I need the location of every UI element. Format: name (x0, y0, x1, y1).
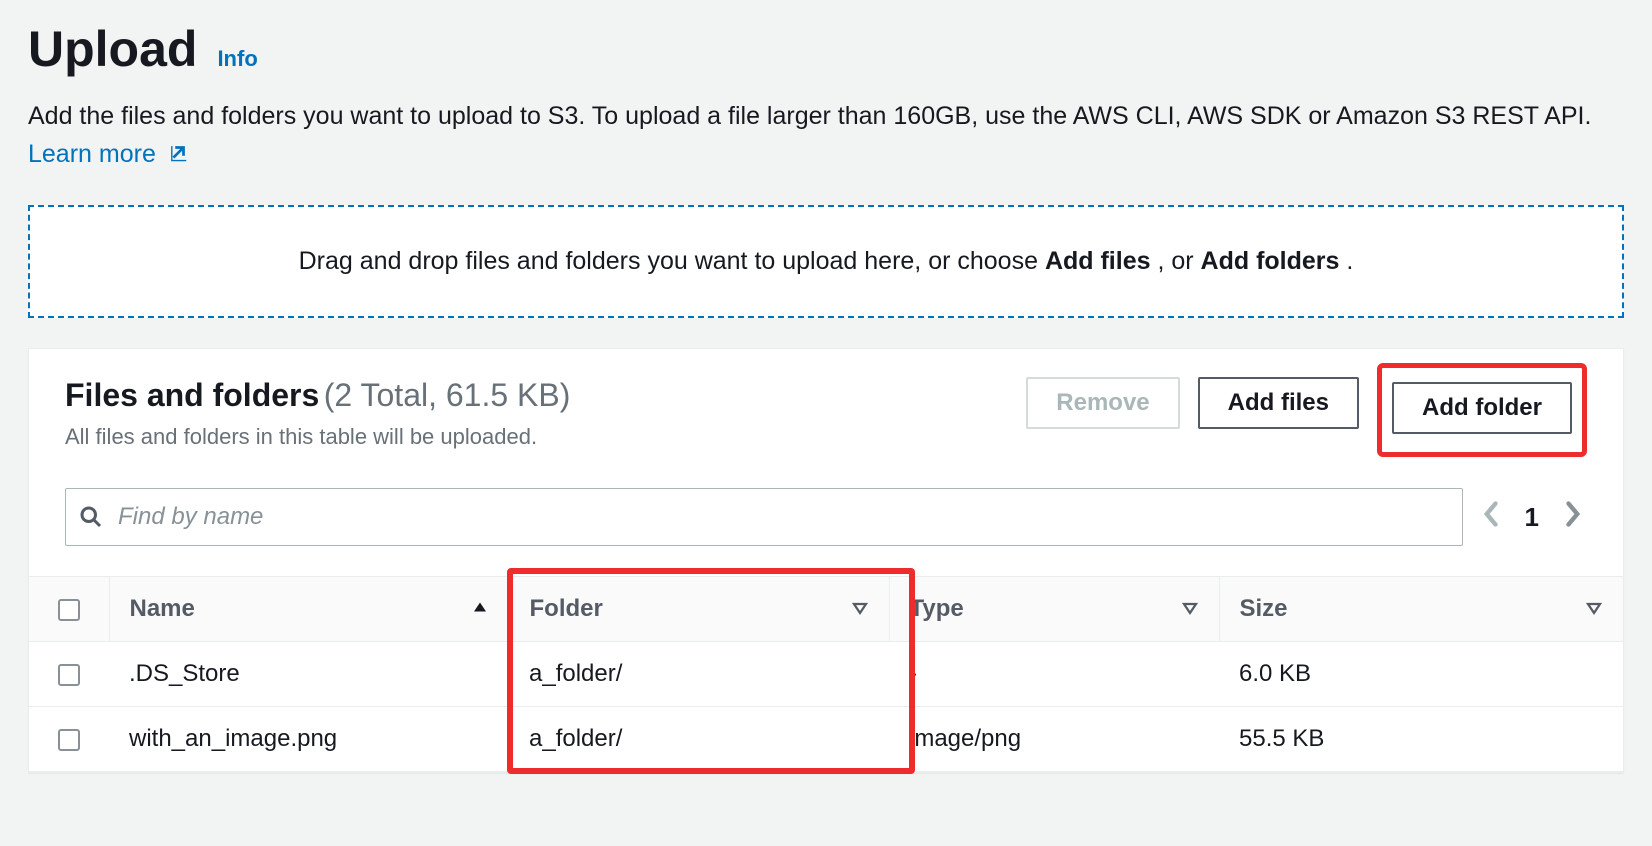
sort-icon (851, 595, 869, 623)
cell-type: image/png (889, 707, 1219, 772)
sort-asc-icon (471, 595, 489, 623)
header-type[interactable]: Type (889, 577, 1219, 642)
page-description: Add the files and folders you want to up… (28, 88, 1624, 205)
sort-icon (1585, 595, 1603, 623)
dropzone-end: . (1346, 247, 1353, 275)
external-link-icon (167, 138, 189, 176)
page-number: 1 (1525, 502, 1539, 533)
description-text: Add the files and folders you want to up… (28, 102, 1591, 130)
add-folder-highlight: Add folder (1377, 363, 1587, 457)
cell-name: .DS_Store (109, 642, 509, 707)
page-title: Upload (28, 20, 197, 78)
cell-name: with_an_image.png (109, 707, 509, 772)
search-wrapper (65, 488, 1463, 546)
panel-count-summary: (2 Total, 61.5 KB) (324, 377, 571, 413)
header-size[interactable]: Size (1219, 577, 1623, 642)
header-size-label: Size (1240, 595, 1288, 622)
files-table: Name Folder Type (29, 576, 1623, 772)
page-prev-icon[interactable] (1483, 500, 1501, 535)
row-checkbox[interactable] (58, 729, 80, 751)
select-all-checkbox[interactable] (58, 599, 80, 621)
table-row: .DS_Store a_folder/ - 6.0 KB (29, 642, 1623, 707)
pagination: 1 (1483, 500, 1587, 535)
header-name[interactable]: Name (109, 577, 509, 642)
panel-title-block: Files and folders (2 Total, 61.5 KB) All… (65, 377, 1006, 450)
cell-folder: a_folder/ (509, 707, 889, 772)
remove-button[interactable]: Remove (1026, 377, 1179, 429)
upload-dropzone[interactable]: Drag and drop files and folders you want… (28, 205, 1624, 318)
cell-size: 6.0 KB (1219, 642, 1623, 707)
panel-subtitle: All files and folders in this table will… (65, 424, 1006, 450)
page-header: Upload Info (28, 0, 1624, 88)
table-row: with_an_image.png a_folder/ image/png 55… (29, 707, 1623, 772)
header-folder[interactable]: Folder (509, 577, 889, 642)
row-checkbox[interactable] (58, 664, 80, 686)
dropzone-add-files: Add files (1045, 247, 1151, 275)
header-folder-label: Folder (530, 595, 603, 622)
files-panel: Files and folders (2 Total, 61.5 KB) All… (28, 348, 1624, 773)
table-wrapper: Name Folder Type (29, 576, 1623, 772)
search-icon (79, 505, 103, 529)
cell-folder: a_folder/ (509, 642, 889, 707)
learn-more-link[interactable]: Learn more (28, 140, 189, 168)
panel-button-row: Remove Add files Add folder (1026, 377, 1587, 439)
panel-title: Files and folders (65, 377, 319, 413)
sort-icon (1181, 595, 1199, 623)
info-link[interactable]: Info (217, 46, 257, 72)
dropzone-add-folders: Add folders (1201, 247, 1340, 275)
header-select-all (29, 577, 109, 642)
add-files-button[interactable]: Add files (1198, 377, 1359, 429)
page-next-icon[interactable] (1563, 500, 1581, 535)
header-name-label: Name (130, 595, 195, 622)
header-type-label: Type (910, 595, 964, 622)
add-folder-button[interactable]: Add folder (1392, 382, 1572, 434)
dropzone-sep: , or (1157, 247, 1200, 275)
cell-size: 55.5 KB (1219, 707, 1623, 772)
search-input[interactable] (65, 488, 1463, 546)
learn-more-text: Learn more (28, 140, 156, 168)
cell-type: - (889, 642, 1219, 707)
dropzone-text-pre: Drag and drop files and folders you want… (299, 247, 1045, 275)
